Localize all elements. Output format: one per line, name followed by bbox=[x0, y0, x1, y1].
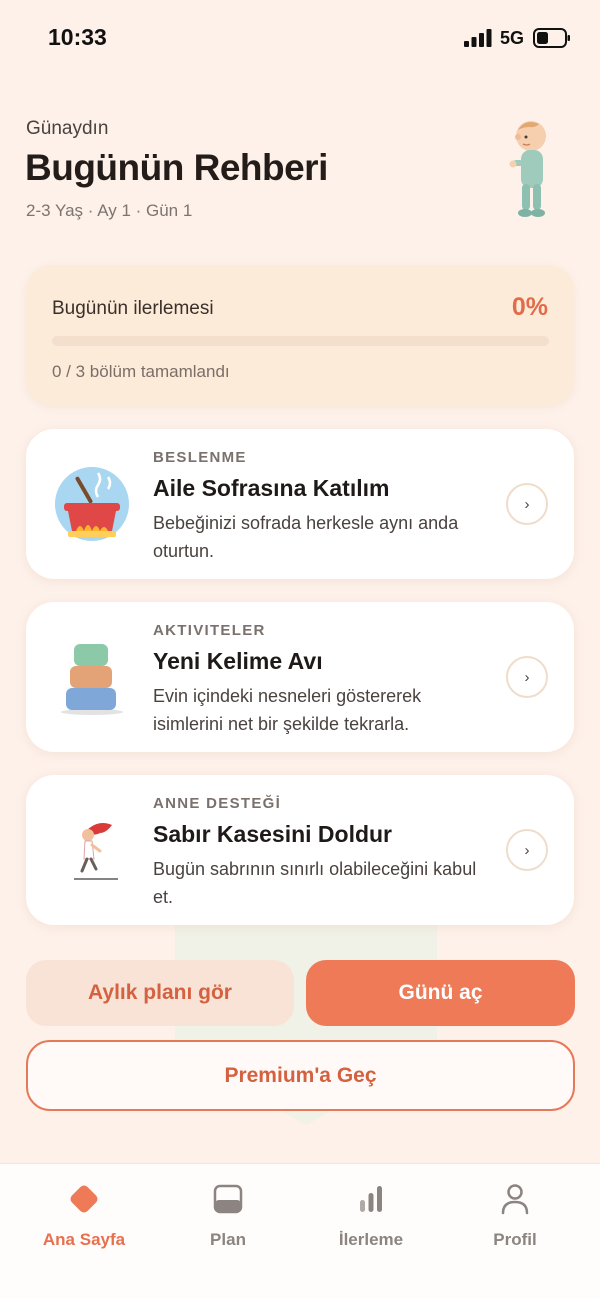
task-description: Evin içindeki nesneleri göstererek isiml… bbox=[153, 686, 422, 734]
cooking-pot-icon bbox=[55, 467, 129, 541]
nav-item-home[interactable]: Ana Sayfa bbox=[24, 1182, 144, 1250]
monthly-plan-button[interactable]: Aylık planı gör bbox=[26, 960, 294, 1026]
task-category: AKTIVITELER bbox=[153, 622, 266, 639]
nav-item-progress[interactable]: İlerleme bbox=[311, 1182, 431, 1250]
plan-icon bbox=[213, 1184, 243, 1214]
task-card-activities[interactable]: AKTIVITELER Yeni Kelime Avı Evin içindek… bbox=[26, 602, 574, 752]
chevron-right-icon[interactable]: › bbox=[506, 483, 548, 525]
task-category: ANNE DESTEĞİ bbox=[153, 795, 282, 812]
nav-item-plan[interactable]: Plan bbox=[168, 1182, 288, 1250]
bar-chart-icon bbox=[360, 1186, 382, 1212]
stacking-blocks-icon bbox=[61, 644, 123, 715]
bottom-navigation: Ana Sayfa Plan İlerleme Profil bbox=[0, 1163, 600, 1299]
task-category: BESLENME bbox=[153, 449, 247, 466]
nav-label: Ana Sayfa bbox=[42, 1230, 126, 1249]
chevron-right-icon[interactable]: › bbox=[506, 829, 548, 871]
nav-label: Plan bbox=[210, 1230, 246, 1249]
toddler-avatar-icon bbox=[509, 121, 546, 217]
person-icon bbox=[501, 1184, 529, 1215]
status-time: 10:33 bbox=[48, 24, 107, 50]
task-card-mother-support[interactable]: ANNE DESTEĞİ Sabır Kasesini Doldur Bugün… bbox=[26, 775, 574, 925]
age-day-subtitle: 2-3 Yaş · Ay 1 · Gün 1 bbox=[26, 201, 193, 220]
status-bar: 10:33 5G bbox=[0, 0, 600, 76]
greeting-text: Günaydın bbox=[26, 118, 109, 139]
daily-progress-card: Bugünün ilerlemesi 0% 0 / 3 bölüm tamaml… bbox=[26, 265, 574, 405]
nav-item-profile[interactable]: Profil bbox=[455, 1182, 575, 1250]
open-day-button[interactable]: Günü aç bbox=[306, 960, 575, 1026]
signal-icon bbox=[464, 29, 492, 47]
progress-bar bbox=[52, 336, 549, 346]
network-label: 5G bbox=[500, 28, 525, 48]
progress-percent: 0% bbox=[511, 293, 548, 321]
nav-label: İlerleme bbox=[338, 1230, 404, 1249]
task-title: Aile Sofrasına Katılım bbox=[153, 475, 390, 501]
nav-label: Profil bbox=[493, 1230, 537, 1249]
running-woman-icon bbox=[74, 823, 118, 880]
page-title: Bugünün Rehberi bbox=[25, 147, 328, 188]
task-title: Sabır Kasesini Doldur bbox=[153, 821, 393, 847]
battery-icon bbox=[533, 28, 570, 48]
task-card-nutrition[interactable]: BESLENME Aile Sofrasına Katılım Bebeğini… bbox=[26, 429, 574, 579]
progress-label: Bugünün ilerlemesi bbox=[52, 298, 214, 319]
home-diamond-icon bbox=[70, 1185, 98, 1213]
chevron-right-icon[interactable]: › bbox=[506, 656, 548, 698]
premium-button[interactable]: Premium'a Geç bbox=[26, 1040, 575, 1111]
task-description: Bugün sabrının sınırlı olabileceğini kab… bbox=[153, 859, 477, 907]
progress-summary: 0 / 3 bölüm tamamlandı bbox=[52, 362, 230, 381]
task-title: Yeni Kelime Avı bbox=[153, 648, 323, 674]
task-description: Bebeğinizi sofrada herkesle aynı anda ot… bbox=[153, 513, 459, 561]
